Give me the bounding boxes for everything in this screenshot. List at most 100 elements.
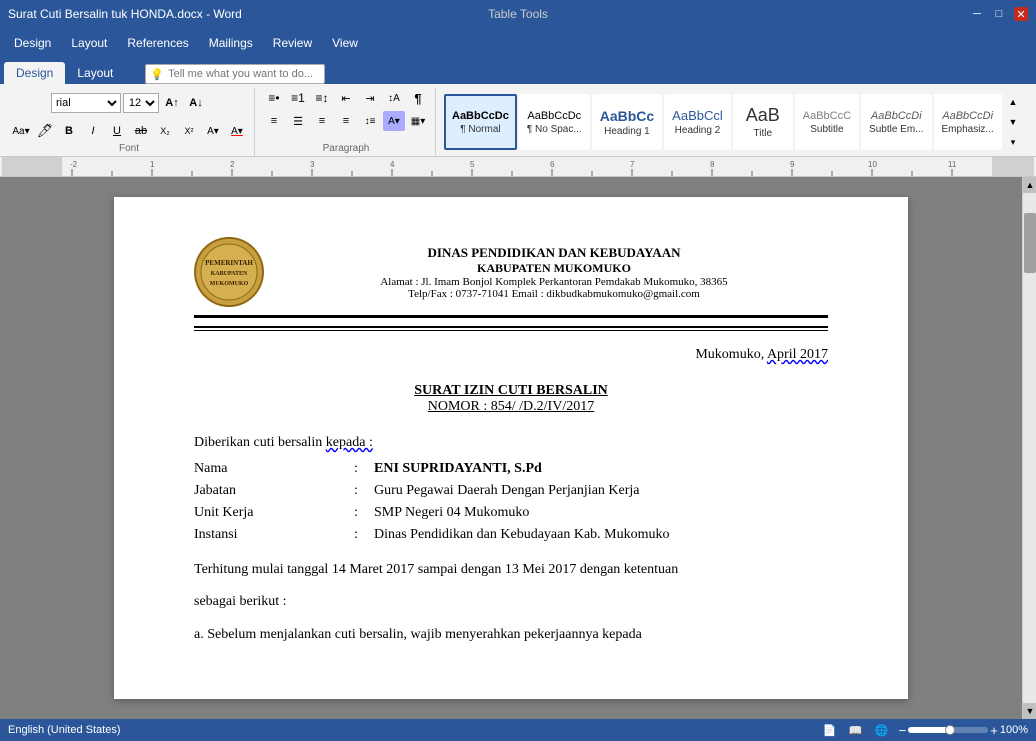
style-emphasis[interactable]: AaBbCcDi Emphasiz...	[934, 94, 1002, 150]
style-no-spacing-preview: AaBbCcDc	[527, 110, 581, 122]
style-h1-label: Heading 1	[604, 126, 650, 137]
font-selector[interactable]: rial	[51, 93, 121, 113]
decrease-indent-button[interactable]: ⇤	[335, 88, 357, 108]
doc-subtitle: NOMOR : 854/ /D.2/IV/2017	[194, 399, 828, 415]
body-para-3: a. Sebelum menjalankan cuti bersalin, wa…	[194, 624, 828, 646]
svg-text:2: 2	[230, 160, 235, 169]
style-heading1[interactable]: AaBbCc Heading 1	[592, 94, 662, 150]
paragraph-bottom-row: ≡ ☰ ≡ ≡ ↕≡ A▾ ▦▾	[263, 111, 429, 131]
tab-design[interactable]: Design	[4, 62, 65, 84]
decrease-font-size-button[interactable]: A↓	[185, 93, 207, 113]
style-title[interactable]: AaB Title	[733, 94, 793, 150]
style-no-spacing-label: ¶ No Spac...	[527, 124, 582, 135]
subscript-button[interactable]: X₂	[154, 121, 176, 141]
strikethrough-button[interactable]: ab	[130, 121, 152, 141]
read-mode-icon[interactable]: 📖	[847, 721, 865, 739]
ruler: -2 1 2 3 4 5 6 7	[0, 157, 1036, 177]
body-para-1: Terhitung mulai tanggal 14 Maret 2017 sa…	[194, 559, 828, 581]
doc-intro: Diberikan cuti bersalin kepada :	[194, 435, 828, 451]
style-subtle-em[interactable]: AaBbCcDi Subtle Em...	[861, 94, 931, 150]
maximize-button[interactable]: □	[992, 7, 1006, 21]
info-row-nama: Nama : ENI SUPRIDAYANTI, S.Pd	[194, 461, 828, 477]
doc-title-section: SURAT IZIN CUTI BERSALIN NOMOR : 854/ /D…	[194, 383, 828, 415]
zoom-controls: − + 100%	[899, 723, 1028, 738]
superscript-button[interactable]: X²	[178, 121, 200, 141]
numbering-button[interactable]: ≡1	[287, 88, 309, 108]
styles-scroll-down[interactable]: ▼	[1002, 112, 1024, 132]
ribbon-tabs: Design Layout 💡	[0, 58, 1036, 84]
menu-layout[interactable]: Layout	[61, 32, 117, 54]
ruler-svg: -2 1 2 3 4 5 6 7	[2, 157, 1034, 177]
page-view-icon[interactable]: 📄	[821, 721, 839, 739]
svg-text:MUKOMUKO: MUKOMUKO	[210, 281, 249, 287]
lightbulb-icon: 💡	[150, 68, 164, 81]
text-highlight-button[interactable]: A▾	[202, 121, 224, 141]
search-input[interactable]	[168, 68, 320, 80]
zoom-slider-track[interactable]	[908, 727, 988, 733]
style-heading2[interactable]: AaBbCcl Heading 2	[664, 94, 731, 150]
style-subtitle[interactable]: AaBbCcC Subtitle	[795, 94, 859, 150]
clear-format-button[interactable]: 🖊	[34, 121, 56, 141]
svg-text:1: 1	[150, 160, 155, 169]
menu-references[interactable]: References	[117, 32, 198, 54]
style-no-spacing[interactable]: AaBbCcDc ¶ No Spac...	[519, 94, 590, 150]
zoom-out-button[interactable]: −	[899, 723, 907, 738]
svg-text:-2: -2	[70, 160, 78, 169]
zoom-in-button[interactable]: +	[990, 723, 998, 738]
scroll-thumb[interactable]	[1024, 213, 1036, 273]
scroll-down-button[interactable]: ▼	[1023, 703, 1036, 719]
sort-button[interactable]: ↕A	[383, 88, 405, 108]
app-title: Surat Cuti Bersalin tuk HONDA.docx - Wor…	[8, 7, 242, 21]
org-address: Alamat : Jl. Imam Bonjol Komplek Perkant…	[280, 276, 828, 288]
svg-text:9: 9	[790, 160, 795, 169]
svg-text:10: 10	[868, 160, 877, 169]
bullets-button[interactable]: ≡•	[263, 88, 285, 108]
multilevel-button[interactable]: ≡↕	[311, 88, 333, 108]
close-button[interactable]: ✕	[1014, 7, 1028, 21]
menu-review[interactable]: Review	[263, 32, 322, 54]
style-subtle-em-preview: AaBbCcDi	[871, 110, 922, 122]
line-spacing-button[interactable]: ↕≡	[359, 111, 381, 131]
divider-thick	[194, 326, 828, 328]
font-color-button[interactable]: A▾	[226, 121, 248, 141]
italic-button[interactable]: I	[82, 121, 104, 141]
border-button[interactable]: ▦▾	[407, 111, 429, 131]
font-size-selector[interactable]: 12	[123, 93, 159, 113]
menu-design[interactable]: Design	[4, 32, 61, 54]
svg-text:8: 8	[710, 160, 715, 169]
scrollbar: ▲ ▼	[1022, 177, 1036, 719]
org-region: KABUPATEN MUKOMUKO	[280, 261, 828, 276]
show-formatting-button[interactable]: ¶	[407, 88, 429, 108]
underline-button[interactable]: U	[106, 121, 128, 141]
case-button[interactable]: Aa▾	[10, 121, 32, 141]
menu-mailings[interactable]: Mailings	[199, 32, 263, 54]
search-box[interactable]: 💡	[145, 64, 325, 84]
style-normal[interactable]: AaBbCcDc ¶ Normal	[444, 94, 517, 150]
scroll-up-button[interactable]: ▲	[1023, 177, 1036, 193]
font-group: rial 12 A↑ A↓ Aa▾ 🖊 B I U ab	[4, 88, 255, 156]
zoom-slider-thumb[interactable]	[945, 725, 955, 735]
style-subtle-em-label: Subtle Em...	[869, 124, 923, 135]
web-view-icon[interactable]: 🌐	[873, 721, 891, 739]
styles-expand[interactable]: ▾	[1002, 132, 1024, 152]
increase-indent-button[interactable]: ⇥	[359, 88, 381, 108]
menu-bar: Design Layout References Mailings Review…	[0, 28, 1036, 58]
minimize-button[interactable]: ─	[970, 7, 984, 21]
scroll-track[interactable]	[1023, 193, 1036, 703]
style-h2-preview: AaBbCcl	[672, 108, 723, 123]
align-center-button[interactable]: ☰	[287, 111, 309, 131]
tab-layout[interactable]: Layout	[65, 62, 125, 84]
bold-button[interactable]: B	[58, 121, 80, 141]
scroll-area: PEMERINTAH KABUPATEN MUKOMUKO DINAS PEND…	[0, 177, 1036, 719]
font-controls-top: rial 12 A↑ A↓	[51, 88, 207, 118]
menu-view[interactable]: View	[322, 32, 368, 54]
increase-font-size-button[interactable]: A↑	[161, 93, 183, 113]
justify-button[interactable]: ≡	[335, 111, 357, 131]
align-left-button[interactable]: ≡	[263, 111, 285, 131]
align-right-button[interactable]: ≡	[311, 111, 333, 131]
document-scroll[interactable]: PEMERINTAH KABUPATEN MUKOMUKO DINAS PEND…	[0, 177, 1022, 719]
style-title-label: Title	[753, 128, 772, 139]
styles-scroll-up[interactable]: ▲	[1002, 92, 1024, 112]
shading-button[interactable]: A▾	[383, 111, 405, 131]
doc-main-title: SURAT IZIN CUTI BERSALIN	[194, 383, 828, 399]
